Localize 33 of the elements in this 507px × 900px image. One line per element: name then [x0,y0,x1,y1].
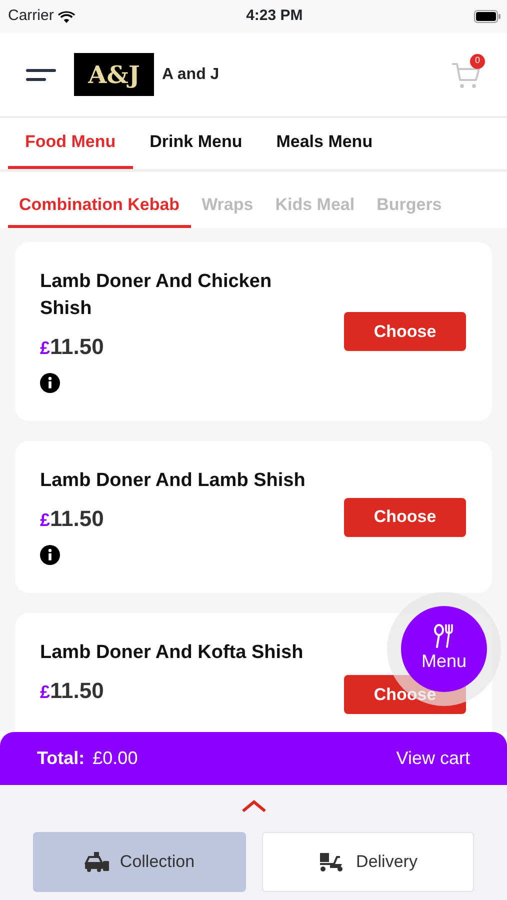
car-icon [84,851,110,873]
wifi-icon [58,10,75,22]
total-label: Total: [37,747,85,770]
clock: 4:23 PM [246,6,303,26]
order-type-button[interactable]: Collection [33,832,246,892]
menu-tab[interactable]: Drink Menu [132,118,260,169]
item-price: 11.50 [50,505,104,533]
chevron-up-icon[interactable] [240,799,266,813]
shop-name: A and J [162,64,220,84]
item-name: Lamb Doner And Chicken Shish [40,270,273,321]
cart-count-badge: 0 [470,54,485,68]
item-name: Lamb Doner And Kofta Shish [40,641,304,665]
info-icon[interactable] [40,372,60,393]
item-price: 11.50 [50,677,104,705]
menu-tab[interactable]: Food Menu [8,118,133,169]
view-cart-link[interactable]: View cart [396,745,470,772]
currency-symbol: £ [40,681,50,704]
carrier-label: Carrier [8,6,54,26]
choose-button[interactable]: Choose [344,498,466,536]
choose-button[interactable]: Choose [344,312,466,351]
currency-symbol: £ [40,509,50,532]
cutlery-icon [433,624,455,648]
order-type-button[interactable]: Delivery [262,832,474,892]
menu-tab[interactable]: Meals Menu [259,118,390,169]
info-icon[interactable] [40,544,60,565]
menu-button[interactable]: Menu [401,606,487,692]
menu-icon[interactable] [26,68,56,82]
logo: A&J [74,53,154,96]
item-price: 11.50 [50,333,104,361]
battery-icon [474,10,502,23]
item-name: Lamb Doner And Lamb Shish [40,469,306,493]
total-amount: £0.00 [92,747,138,770]
currency-symbol: £ [40,337,50,360]
